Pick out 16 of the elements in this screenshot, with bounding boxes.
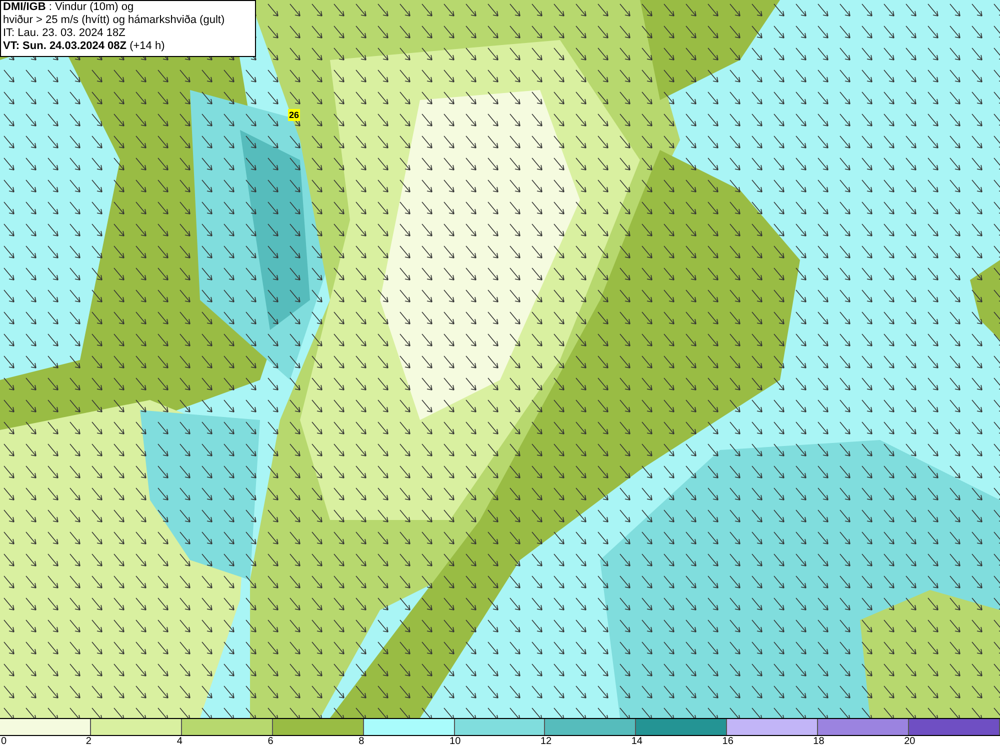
map-subtitle: hviður > 25 m/s (hvítt) og hámarkshviða (gult) xyxy=(3,14,226,27)
legend-tick-label: 8 xyxy=(358,736,364,747)
legend-tick-label: 18 xyxy=(813,736,824,747)
gust-label: 26 xyxy=(288,109,300,121)
valid-time: VT: Sun. 24.03.2024 08Z (+14 h) xyxy=(3,40,166,53)
legend-tick-label: 6 xyxy=(268,736,274,747)
legend-tick-label: 4 xyxy=(176,736,182,747)
legend-tick-label: 10 xyxy=(450,736,461,747)
init-time: IT: Lau. 23. 03. 2024 18Z xyxy=(3,27,126,40)
legend-tick-label: 2 xyxy=(86,736,92,747)
map-title: DMI/IGB : Vindur (10m) og xyxy=(3,1,135,14)
legend-tick-label: 0 xyxy=(1,736,7,747)
legend-tick-label: 12 xyxy=(540,736,552,747)
legend-tick-label: 20 xyxy=(904,736,916,747)
legend-tick-label: 14 xyxy=(631,736,642,747)
legend-tick-label: 16 xyxy=(722,736,734,747)
